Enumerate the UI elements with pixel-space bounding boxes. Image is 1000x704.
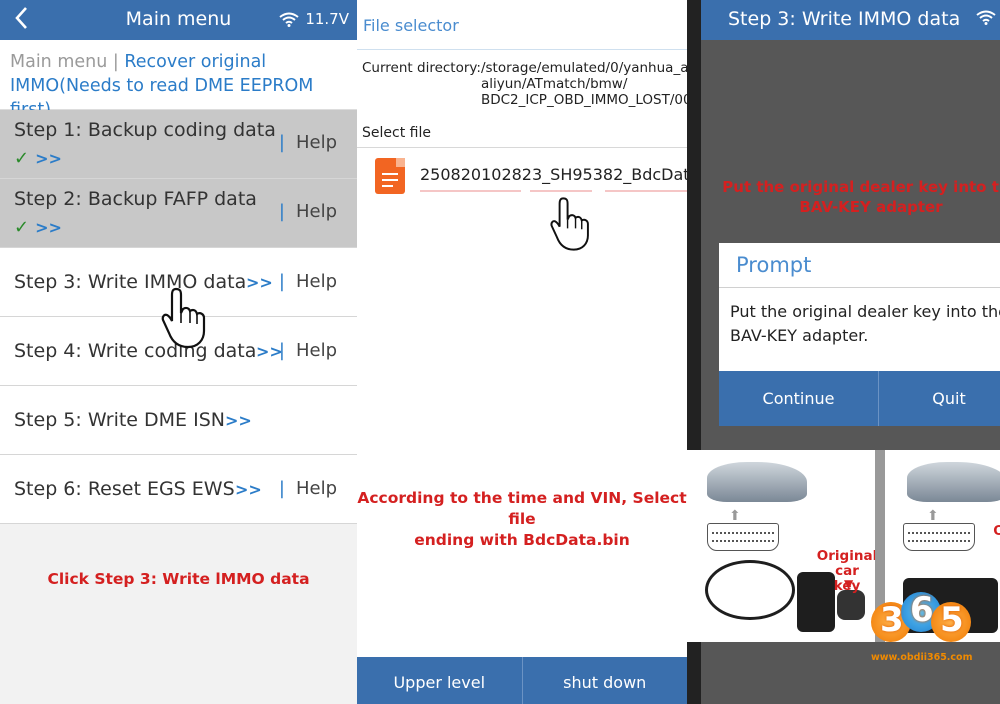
step-status: ✓ >>	[14, 148, 62, 169]
page-title: Step 3: Write IMMO data	[728, 8, 961, 30]
car-image	[707, 462, 807, 502]
obd-cable-image	[705, 560, 795, 620]
file-selector-header: File selector	[357, 0, 687, 50]
divider	[357, 147, 687, 148]
current-directory: Current directory: /storage/emulated/0/y…	[357, 50, 687, 108]
step-go-arrows[interactable]: >>	[225, 411, 252, 430]
arrow-down-icon: ▼	[844, 577, 854, 591]
car-image	[907, 462, 1000, 502]
file-selector-panel: File selector Current directory: /storag…	[357, 0, 687, 704]
file-selector-actions: Upper level shut down	[357, 657, 687, 704]
document-icon	[375, 158, 405, 194]
help-separator: |	[278, 340, 285, 361]
breadcrumb-root[interactable]: Main menu	[10, 52, 107, 72]
wifi-icon	[279, 12, 299, 27]
annotation-select-file: According to the time and VIN, Select fi…	[357, 489, 687, 549]
annotation-insert-key: Put the original dealer key into the BAV-…	[722, 178, 1000, 216]
arrow-up-icon: ⬆	[729, 508, 741, 524]
file-name: 250820102823_SH95382_BdcData.bin	[420, 165, 687, 184]
obdii365-logo: 3 6 5 www.obdii365.com	[871, 590, 973, 663]
help-separator: |	[278, 201, 285, 222]
help-link[interactable]: Help	[296, 340, 337, 361]
continue-button[interactable]: Continue	[719, 371, 879, 426]
current-directory-label: Current directory:	[362, 60, 481, 76]
upper-level-button[interactable]: Upper level	[357, 657, 523, 704]
shut-down-button[interactable]: shut down	[523, 657, 688, 704]
dialog-actions: Continue Quit	[719, 371, 1000, 426]
help-separator: |	[278, 271, 285, 292]
annotation-click-step3: Click Step 3: Write lMMO data	[47, 570, 310, 588]
step-row[interactable]: Step 5: Write DME ISN >>	[0, 386, 357, 455]
connection-photo: ⬆ Original car key ▼	[687, 450, 877, 642]
help-link[interactable]: Help	[296, 478, 337, 499]
step-go-arrows[interactable]: >>	[235, 480, 262, 499]
help-separator: |	[278, 478, 285, 499]
battery-voltage: 11.7V	[305, 10, 349, 28]
select-file-label: Select file	[362, 125, 431, 141]
help-link[interactable]: Help	[296, 271, 337, 292]
obd-port-icon	[903, 523, 975, 551]
pointing-hand-icon	[550, 197, 589, 251]
help-link[interactable]: Help	[296, 132, 337, 153]
step-label: Step 6: Reset EGS EWS	[14, 478, 235, 500]
step-row[interactable]: Step 1: Backup coding data ✓ >> | Help	[0, 110, 357, 179]
step-go-arrows[interactable]: >>	[35, 149, 62, 168]
step-label: Step 2: Backup FAFP data	[14, 188, 257, 210]
car-key-image	[837, 590, 865, 620]
status-area: 11.7V	[279, 10, 349, 28]
quit-button[interactable]: Quit	[879, 371, 1000, 426]
prompt-dialog: Prompt Put the original dealer key into …	[719, 243, 1000, 426]
wifi-icon	[976, 10, 996, 25]
help-separator: |	[278, 132, 285, 153]
main-menu-topbar: Main menu 11.7V	[0, 0, 357, 40]
original-car-key-label: O	[993, 523, 1000, 539]
dialog-message: Put the original dealer key into the BAV-…	[730, 302, 1000, 345]
arrow-up-icon: ⬆	[927, 508, 939, 524]
help-link[interactable]: Help	[296, 201, 337, 222]
step-go-arrows[interactable]: >>	[35, 218, 62, 237]
pointing-hand-icon	[161, 287, 206, 349]
checkmark-icon: ✓	[14, 148, 30, 169]
step-status: ✓ >>	[14, 217, 62, 238]
write-immo-topbar: Step 3: Write IMMO data	[701, 0, 1000, 40]
dialog-title: Prompt	[719, 243, 1000, 288]
obd-port-icon	[707, 523, 779, 551]
checkmark-icon: ✓	[14, 217, 30, 238]
step-go-arrows[interactable]: >>	[246, 273, 273, 292]
step-row[interactable]: Step 6: Reset EGS EWS >> | Help	[0, 455, 357, 524]
step-label: Step 4: Write coding data	[14, 340, 257, 362]
breadcrumb: Main menu | Recover original IMMO(Needs t…	[0, 40, 357, 120]
current-directory-path: /storage/emulated/0/yanhua_acdp aliyun/A…	[480, 60, 687, 108]
step-row[interactable]: Step 2: Backup FAFP data ✓ >> | Help	[0, 179, 357, 248]
main-menu-panel: Main menu 11.7V Main menu | Recover orig…	[0, 0, 357, 704]
step-label: Step 5: Write DME ISN	[14, 409, 225, 431]
step-label: Step 1: Backup coding data	[14, 119, 276, 141]
breadcrumb-separator: |	[112, 52, 119, 72]
